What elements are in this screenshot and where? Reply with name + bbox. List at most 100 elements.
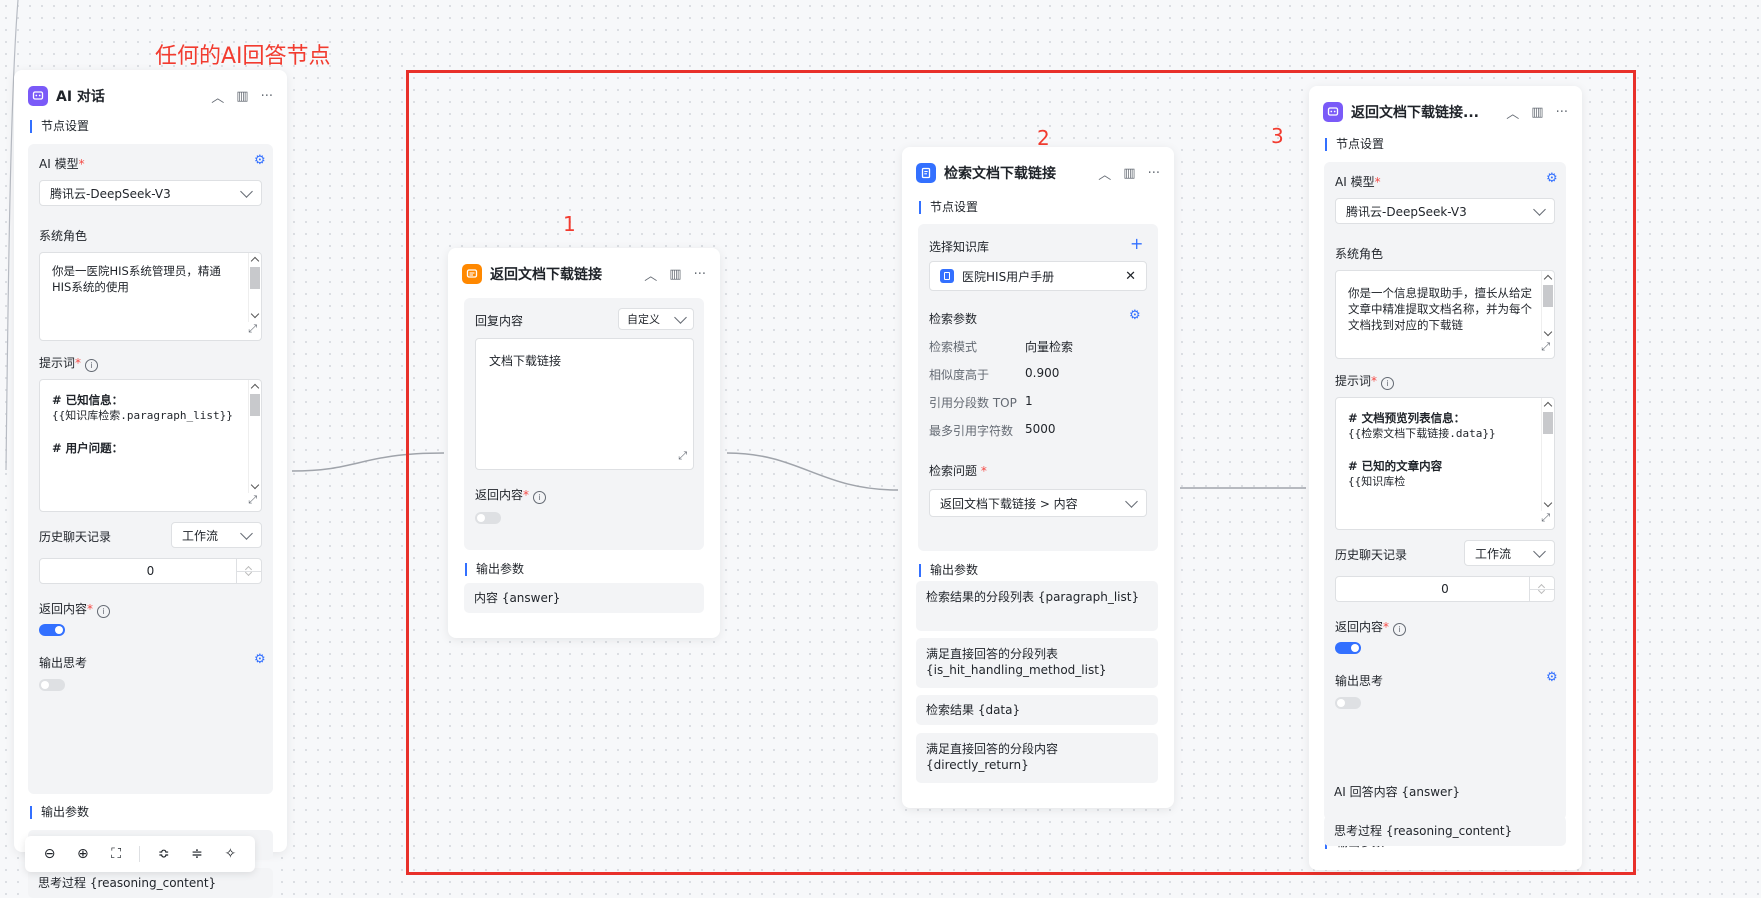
history-count-input[interactable]: 0 [1335,576,1555,602]
output-hit-list: 满足直接回答的分段列表 {is_hit_handling_method_list… [916,638,1158,688]
output-paragraph-list: 检索结果的分段列表 {paragraph_list} [916,581,1158,631]
param-key: 最多引用字符数 [929,424,1014,438]
output-reasoning: 思考过程 {reasoning_content} [28,868,273,898]
collapse-icon[interactable]: ︿ [211,87,224,106]
kb-book-icon [940,269,954,283]
more-icon[interactable]: ··· [261,89,273,104]
stats-icon[interactable]: ▥ [1531,105,1543,120]
prompt-textarea[interactable]: # 已知信息： {{知识库检索.paragraph_list}} # 用户问题：… [39,379,262,512]
scrollbar[interactable] [248,253,261,322]
expand-icon[interactable]: ⤢ [248,321,257,337]
kb-item[interactable]: 医院HIS用户手册 ✕ [929,261,1147,291]
more-icon[interactable]: ··· [1148,166,1160,181]
zoom-in-icon[interactable]: ⊕ [73,846,93,862]
param-key: 相似度高于 [929,368,990,382]
node-header[interactable]: 返回文档下载链接... ︿ ▥ ··· [1323,100,1568,124]
params-settings-gear-icon[interactable]: ⚙ [1129,308,1141,323]
expand-icon[interactable]: ⤢ [678,448,687,464]
search-settings-panel: 选择知识库 + 医院HIS用户手册 ✕ 检索参数 ⚙ 检索模式 向量检索 相似度… [918,224,1158,551]
chat-bot-icon [1323,102,1343,122]
more-icon[interactable]: ··· [1556,105,1568,120]
think-toggle[interactable] [1335,697,1361,709]
model-settings-gear-icon[interactable]: ⚙ [254,153,266,168]
stepper[interactable] [236,559,261,583]
role-textarea[interactable]: 你是一医院HIS系统管理员，精通HIS系统的使用 ⤢ [39,252,262,341]
chevron-down-icon [1533,202,1546,216]
history-count-input[interactable]: 0 [39,558,262,584]
history-source-select[interactable]: 工作流 [171,522,262,548]
output-data: 检索结果 {data} [916,695,1158,725]
stats-icon[interactable]: ▥ [669,267,681,282]
return-label: 返回内容* i [39,600,111,618]
chevron-down-icon [240,526,253,540]
chat-bot-icon [28,86,48,106]
prompt-textarea[interactable]: # 文档预览列表信息： {{检索文档下载链接.data}} # 已知的文章内容 … [1335,397,1555,530]
reply-panel: 回复内容 自定义 文档下载链接 ⤢ 返回内容* i [464,298,704,550]
section-output: 输出参数 [30,806,89,819]
more-icon[interactable]: ··· [694,267,706,282]
think-settings-gear-icon[interactable]: ⚙ [1546,670,1558,685]
reply-textarea[interactable]: 文档下载链接 ⤢ [475,338,694,470]
return-toggle[interactable] [39,624,65,636]
collapse-icon[interactable]: ︿ [1098,164,1111,183]
model-select[interactable]: 腾讯云-DeepSeek-V3 [39,180,262,206]
info-icon[interactable]: i [1393,623,1407,636]
scrollbar[interactable] [1541,398,1554,511]
question-label: 检索问题 * [929,464,987,478]
param-value: 0.900 [1025,366,1060,380]
node-title: 返回文档下载链接... [1351,105,1479,121]
param-key: 检索模式 [929,340,978,354]
remove-kb-icon[interactable]: ✕ [1125,269,1136,284]
expand-icon[interactable]: ⤢ [248,492,257,508]
node-header[interactable]: AI 对话 ︿ ▥ ··· [28,84,273,108]
chevron-down-icon [674,310,687,324]
node-ai-chat-2[interactable]: 返回文档下载链接... ︿ ▥ ··· 节点设置 AI 模型* ⚙ 腾讯云-De… [1309,86,1582,870]
param-value: 1 [1025,394,1033,408]
chevron-down-icon [240,184,253,198]
collapse-icon[interactable]: ︿ [1506,103,1519,122]
expand-icon[interactable]: ⤢ [1541,339,1550,355]
think-toggle[interactable] [39,679,65,691]
info-icon[interactable]: i [533,491,547,504]
info-icon[interactable]: i [97,605,111,618]
params-label: 检索参数 [929,312,978,326]
collapse-all-icon[interactable]: ≎ [154,846,174,862]
node-header[interactable]: 检索文档下载链接 ︿ ▥ ··· [916,161,1160,185]
history-label: 历史聊天记录 [39,530,112,544]
history-source-select[interactable]: 工作流 [1464,540,1555,566]
reply-label: 回复内容 [475,314,524,328]
role-textarea[interactable]: 你是一个信息提取助手，擅长从给定文章中精准提取文档名称，并为每个文档找到对应的下… [1335,270,1555,359]
add-kb-icon[interactable]: + [1130,234,1143,253]
zoom-out-icon[interactable]: ⊖ [40,846,60,862]
node-reply[interactable]: 返回文档下载链接 ︿ ▥ ··· 回复内容 自定义 文档下载链接 ⤢ 返回内容*… [448,248,720,638]
annotation-step-3: 3 [1271,124,1284,148]
section-node-settings: 节点设置 [1325,138,1384,151]
stepper[interactable] [1529,577,1554,601]
expand-icon[interactable]: ⤢ [1541,510,1550,526]
question-select[interactable]: 返回文档下载链接 > 内容 [929,489,1147,517]
chevron-down-icon [1533,544,1546,558]
think-settings-gear-icon[interactable]: ⚙ [254,652,266,667]
expand-all-icon[interactable]: ≑ [187,846,207,862]
model-select[interactable]: 腾讯云-DeepSeek-V3 [1335,198,1555,224]
collapse-icon[interactable]: ︿ [644,265,657,284]
reply-mode-select[interactable]: 自定义 [618,308,694,330]
model-settings-gear-icon[interactable]: ⚙ [1546,171,1558,186]
node-title: 返回文档下载链接 [490,267,602,283]
info-icon[interactable]: i [85,359,99,372]
node-header[interactable]: 返回文档下载链接 ︿ ▥ ··· [462,262,706,286]
settings-panel: AI 模型* ⚙ 腾讯云-DeepSeek-V3 系统角色 你是一个信息提取助手… [1324,162,1566,820]
return-toggle[interactable] [475,512,501,524]
node-knowledge-search[interactable]: 检索文档下载链接 ︿ ▥ ··· 节点设置 选择知识库 + 医院HIS用户手册 … [902,147,1174,808]
fit-view-icon[interactable]: ⛶ [106,846,126,862]
beautify-icon[interactable]: ✧ [220,846,240,862]
scrollbar[interactable] [248,380,261,493]
return-toggle[interactable] [1335,642,1361,654]
stats-icon[interactable]: ▥ [236,89,248,104]
scrollbar[interactable] [1541,271,1554,340]
info-icon[interactable]: i [1381,377,1395,390]
model-label: AI 模型* [1335,175,1381,189]
return-label: 返回内容* i [475,486,547,504]
stats-icon[interactable]: ▥ [1123,166,1135,181]
node-ai-chat[interactable]: AI 对话 ︿ ▥ ··· 节点设置 AI 模型* ⚙ 腾讯云-DeepSeek… [14,70,287,898]
